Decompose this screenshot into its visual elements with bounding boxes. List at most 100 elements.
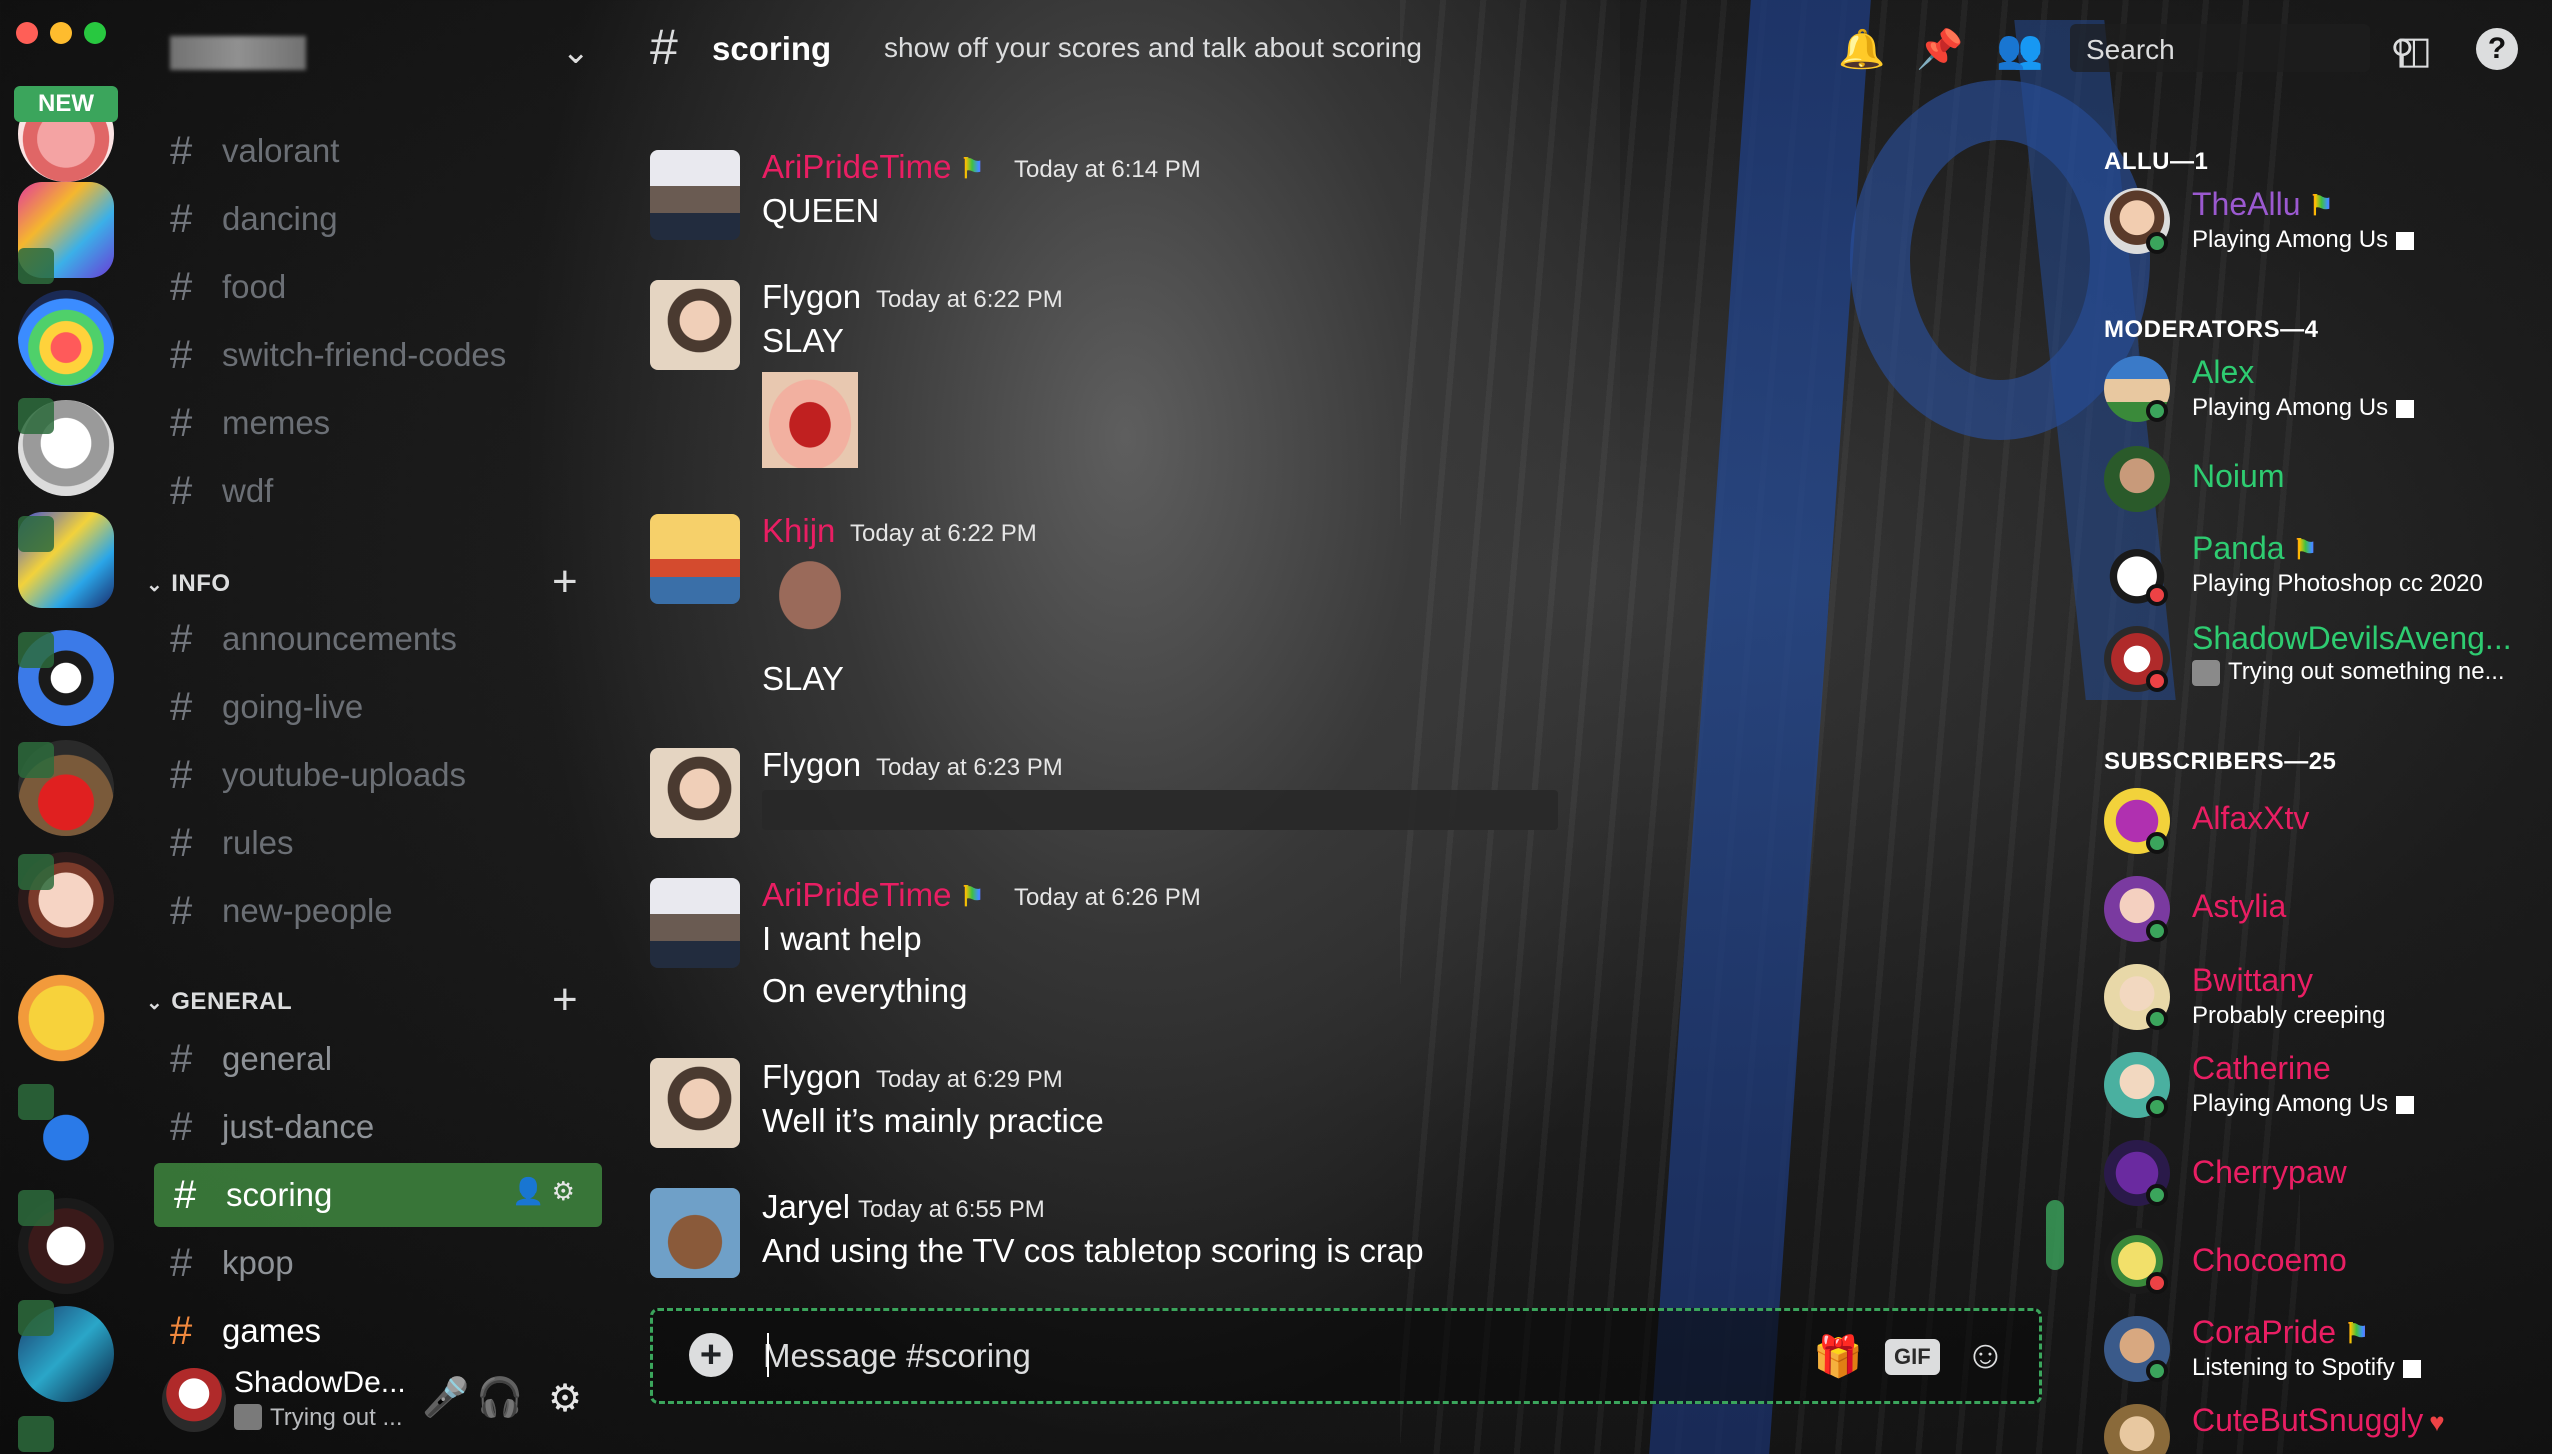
category-label: GENERAL	[171, 988, 293, 1015]
message-input[interactable]	[763, 1331, 1663, 1381]
mute-microphone-icon[interactable]: 🎤	[422, 1376, 469, 1420]
scrollbar[interactable]	[2046, 1200, 2064, 1270]
channel-label: scoring	[226, 1176, 333, 1213]
search-input[interactable]: Search ⚲	[2070, 24, 2414, 72]
window-minimize-button[interactable]	[50, 22, 72, 44]
headphones-icon[interactable]: 🎧	[476, 1376, 523, 1420]
server-icon[interactable]	[18, 290, 114, 386]
message-timestamp: Today at 6:22 PM	[876, 286, 1063, 313]
bell-icon[interactable]: 🔔	[1838, 28, 1885, 72]
avatar[interactable]	[650, 150, 740, 240]
channel-going-live[interactable]: # going-live	[170, 678, 363, 736]
channel-just-dance[interactable]: # just-dance	[170, 1098, 374, 1156]
window-close-button[interactable]	[16, 22, 38, 44]
channel-memes[interactable]: # memes	[170, 394, 330, 452]
member-name[interactable]: Cherrypaw	[2192, 1154, 2347, 1191]
avatar[interactable]	[2104, 446, 2170, 512]
server-icon[interactable]	[18, 970, 114, 1066]
avatar[interactable]	[162, 1368, 226, 1432]
member-activity: Playing Photoshop cc 2020	[2192, 570, 2483, 597]
member-name[interactable]: AlfaxXtv	[2192, 800, 2309, 837]
channel-label: youtube-uploads	[222, 756, 467, 793]
status-online-dot	[2146, 232, 2168, 254]
inbox-icon[interactable]: ◫	[2396, 28, 2432, 73]
member-name[interactable]: Bwittany	[2192, 962, 2313, 999]
channel-topic[interactable]: show off your scores and talk about scor…	[884, 32, 1422, 64]
search-placeholder: Search	[2086, 34, 2175, 65]
channel-food[interactable]: # food	[170, 258, 286, 316]
avatar[interactable]	[650, 748, 740, 838]
channel-label: announcements	[222, 620, 457, 657]
member-name[interactable]: ShadowDevilsAveng...	[2192, 620, 2512, 657]
channel-rules[interactable]: # rules	[170, 814, 294, 872]
message-author[interactable]: AriPrideTime ⚑	[762, 148, 985, 186]
guild-header[interactable]: ⌄	[170, 28, 590, 76]
help-icon[interactable]: ?	[2476, 28, 2518, 70]
member-name[interactable]: Panda ⚑	[2192, 530, 2318, 567]
activity-icon	[234, 1404, 262, 1430]
unread-indicator	[18, 632, 54, 668]
emoji-image[interactable]	[762, 372, 858, 468]
message-author[interactable]: Flygon	[762, 1058, 861, 1096]
pin-icon[interactable]: 📌	[1916, 28, 1963, 72]
message-author[interactable]: Flygon	[762, 278, 861, 316]
gift-icon[interactable]: 🎁	[1813, 1333, 1863, 1380]
rainbow-flag-icon: ⚑	[2292, 534, 2318, 565]
channel-valorant[interactable]: # valorant	[170, 122, 339, 180]
members-icon[interactable]: 👥	[1996, 28, 2043, 72]
member-name[interactable]: Noium	[2192, 458, 2284, 495]
member-name[interactable]: Astylia	[2192, 888, 2286, 925]
create-channel-button[interactable]: +	[552, 560, 578, 604]
channel-games[interactable]: # games	[170, 1302, 321, 1360]
message-author[interactable]: Flygon	[762, 746, 861, 784]
hash-icon: #	[170, 468, 193, 513]
invite-icon[interactable]: 👤	[512, 1176, 544, 1206]
channel-wdf[interactable]: # wdf	[170, 462, 273, 520]
avatar[interactable]	[650, 514, 740, 604]
channel-new-people[interactable]: # new-people	[170, 882, 393, 940]
rainbow-flag-icon: ⚑	[2308, 190, 2334, 221]
channel-youtube-uploads[interactable]: # youtube-uploads	[170, 746, 466, 804]
unread-indicator	[18, 516, 54, 552]
channel-announcements[interactable]: # announcements	[170, 610, 457, 668]
member-name[interactable]: Chocoemo	[2192, 1242, 2347, 1279]
avatar[interactable]	[650, 1188, 740, 1278]
unread-indicator	[18, 742, 54, 778]
member-name[interactable]: CuteButSnuggly ♥	[2192, 1402, 2445, 1439]
message-author[interactable]: Khijn	[762, 512, 835, 550]
gif-button[interactable]: GIF	[1885, 1339, 1940, 1375]
hash-icon: #	[170, 1104, 193, 1149]
member-name[interactable]: Alex	[2192, 354, 2254, 391]
message-author[interactable]: Jaryel	[762, 1188, 850, 1226]
member-name[interactable]: TheAllu ⚑	[2192, 186, 2334, 223]
category-info[interactable]: ⌄ INFO	[146, 566, 231, 602]
emoji-image[interactable]	[762, 552, 858, 648]
channel-switch-friend-codes[interactable]: # switch-friend-codes	[170, 326, 506, 384]
emoji-icon[interactable]: ☺	[1965, 1333, 2006, 1378]
member-name[interactable]: Catherine	[2192, 1050, 2331, 1087]
channel-label: rules	[222, 824, 294, 861]
channel-dancing[interactable]: # dancing	[170, 190, 338, 248]
hash-icon: #	[170, 616, 193, 661]
avatar[interactable]	[650, 1058, 740, 1148]
avatar[interactable]	[650, 280, 740, 370]
unread-indicator	[18, 1300, 54, 1336]
lips-icon: ♥	[2429, 1407, 2445, 1437]
unread-indicator	[18, 1084, 54, 1120]
channel-general[interactable]: # general	[170, 1030, 332, 1088]
chevron-down-icon[interactable]: ⌄	[562, 32, 591, 72]
create-channel-button[interactable]: +	[552, 978, 578, 1022]
avatar[interactable]	[650, 878, 740, 968]
gear-icon[interactable]: ⚙	[548, 1376, 582, 1421]
gear-icon[interactable]: ⚙	[552, 1176, 575, 1206]
channel-scoring[interactable]: # scoring	[174, 1166, 332, 1224]
status-online-dot	[2146, 1184, 2168, 1206]
guild-name	[170, 36, 306, 70]
add-attachment-button[interactable]: +	[689, 1333, 733, 1377]
category-general[interactable]: ⌄ GENERAL	[146, 984, 292, 1020]
window-zoom-button[interactable]	[84, 22, 106, 44]
channel-kpop[interactable]: # kpop	[170, 1234, 294, 1292]
spoiler-block[interactable]	[762, 790, 1558, 830]
message-author[interactable]: AriPrideTime ⚑	[762, 876, 985, 914]
member-name[interactable]: CoraPride ⚑	[2192, 1314, 2369, 1351]
